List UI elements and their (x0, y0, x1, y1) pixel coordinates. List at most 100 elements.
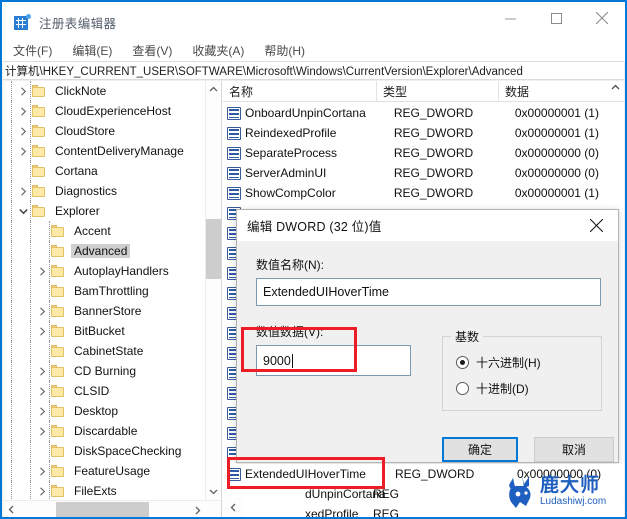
watermark-cn-text: 鹿大师 (540, 474, 601, 496)
chevron-right-icon[interactable] (34, 323, 50, 339)
chevron-right-icon[interactable] (34, 483, 50, 499)
chevron-right-icon[interactable] (34, 303, 50, 319)
radio-hexadecimal[interactable]: 十六进制(H) (456, 354, 541, 371)
dialog-close-button[interactable] (574, 210, 618, 240)
table-row[interactable]: ShowCompColor REG_DWORD 0x00000001 (1) (223, 183, 624, 203)
registry-tree[interactable]: ClickNote CloudExperienceHost CloudStore Co… (3, 81, 206, 500)
tree-item-clsid[interactable]: CLSID (3, 381, 206, 401)
value-name-input[interactable]: ExtendedUIHoverTime (256, 278, 601, 306)
tree-expander-none (15, 163, 31, 179)
tree-item-accent[interactable]: Accent (3, 221, 206, 241)
registry-editor-icon (14, 13, 31, 31)
tree-item-clicknote[interactable]: ClickNote (3, 81, 206, 101)
value-name-cell: dUnpinCortana (305, 487, 386, 501)
tree-item-discardable[interactable]: Discardable (3, 421, 206, 441)
title-bar: 注册表编辑器 (2, 2, 625, 42)
value-name-cell: ExtendedUIHoverTime (245, 467, 366, 481)
radio-decimal-label: 十进制(D) (476, 382, 529, 396)
scroll-down-icon[interactable] (206, 483, 221, 500)
chevron-right-icon[interactable] (15, 183, 31, 199)
radio-decimal-icon (456, 382, 469, 395)
menu-help[interactable]: 帮助(H) (255, 40, 314, 61)
tree-item-featureusage[interactable]: FeatureUsage (3, 461, 206, 481)
chevron-right-icon[interactable] (34, 263, 50, 279)
tree-item-label: DiskSpaceChecking (74, 444, 182, 458)
value-data-cell: 0x00000000 (0) (514, 146, 599, 160)
scroll-up-icon[interactable] (608, 84, 622, 91)
minimize-button[interactable] (487, 2, 533, 34)
table-row[interactable]: ServerAdminUI REG_DWORD 0x00000000 (0) (223, 163, 624, 183)
chevron-right-icon[interactable] (34, 463, 50, 479)
dialog-body: 数值名称(N): ExtendedUIHoverTime 数值数据(V): 90… (237, 241, 618, 462)
chevron-right-icon[interactable] (15, 143, 31, 159)
tree-vertical-scrollbar[interactable] (205, 81, 221, 500)
radio-decimal[interactable]: 十进制(D) (456, 380, 529, 397)
tree-scroll-thumb[interactable] (206, 219, 221, 279)
column-header-data[interactable]: 数据 (499, 81, 609, 102)
tree-item-advanced[interactable]: Advanced (3, 241, 206, 261)
table-row[interactable]: ReindexedProfile REG_DWORD 0x00000001 (1) (223, 123, 624, 143)
tree-item-desktop[interactable]: Desktop (3, 401, 206, 421)
close-button[interactable] (579, 2, 625, 34)
folder-icon (50, 404, 66, 418)
maximize-button[interactable] (533, 2, 579, 34)
tree-item-cortana[interactable]: Cortana (3, 161, 206, 181)
tree-item-label: Desktop (74, 404, 119, 418)
cancel-button[interactable]: 取消 (534, 437, 614, 462)
tree-item-fileexts[interactable]: FileExts (3, 481, 206, 500)
scroll-left-icon[interactable] (3, 501, 20, 518)
table-row[interactable]: dUnpinCortana REG (223, 484, 495, 504)
tree-item-autoplayhandlers[interactable]: AutoplayHandlers (3, 261, 206, 281)
chevron-right-icon[interactable] (34, 403, 50, 419)
table-row[interactable]: xedProfile REG (223, 504, 495, 517)
column-header-type[interactable]: 类型 (377, 81, 499, 102)
value-data-input[interactable]: 9000 (256, 345, 411, 376)
folder-icon (50, 344, 66, 358)
tree-item-diskspacechecking[interactable]: DiskSpaceChecking (3, 441, 206, 461)
scroll-up-icon[interactable] (206, 81, 221, 98)
value-name-cell: ServerAdminUI (245, 166, 327, 180)
tree-hscroll-thumb[interactable] (56, 502, 149, 517)
tree-item-diagnostics[interactable]: Diagnostics (3, 181, 206, 201)
menu-favorites[interactable]: 收藏夹(A) (183, 40, 253, 61)
scroll-right-icon[interactable] (189, 501, 206, 517)
tree-item-contentdeliverymanage[interactable]: ContentDeliveryManage (3, 141, 206, 161)
tree-item-bannerstore[interactable]: BannerStore (3, 301, 206, 321)
chevron-right-icon[interactable] (34, 363, 50, 379)
menu-bar: 文件(F) 编辑(E) 查看(V) 收藏夹(A) 帮助(H) (2, 38, 625, 62)
folder-icon (31, 184, 47, 198)
table-row[interactable]: SeparateProcess REG_DWORD 0x00000000 (0) (223, 143, 624, 163)
chevron-right-icon[interactable] (34, 383, 50, 399)
chevron-down-icon[interactable] (15, 203, 31, 219)
tree-item-bamthrottling[interactable]: BamThrottling (3, 281, 206, 301)
tree-item-cd-burning[interactable]: CD Burning (3, 361, 206, 381)
ok-button[interactable]: 确定 (442, 437, 518, 462)
menu-edit[interactable]: 编辑(E) (63, 40, 121, 61)
tree-item-cloudstore[interactable]: CloudStore (3, 121, 206, 141)
folder-icon (31, 124, 47, 138)
dialog-title: 编辑 DWORD (32 位)值 (247, 220, 382, 234)
window-title: 注册表编辑器 (39, 16, 117, 31)
table-row[interactable]: OnboardUnpinCortana REG_DWORD 0x00000001 (… (223, 103, 624, 123)
list-scroll-left-arrow[interactable] (223, 497, 243, 517)
folder-icon (50, 244, 66, 258)
tree-item-explorer[interactable]: Explorer (3, 201, 206, 221)
tree-item-cabinetstate[interactable]: CabinetState (3, 341, 206, 361)
value-data-text: 9000 (263, 353, 291, 368)
tree-horizontal-scrollbar[interactable] (3, 500, 221, 518)
address-bar[interactable]: 计算机\HKEY_CURRENT_USER\SOFTWARE\Microsoft… (3, 61, 624, 80)
chevron-right-icon[interactable] (15, 83, 31, 99)
text-caret (291, 353, 293, 368)
tree-item-cloudexperiencehost[interactable]: CloudExperienceHost (3, 101, 206, 121)
column-header-name[interactable]: 名称 (223, 81, 377, 102)
folder-icon (50, 484, 66, 498)
chevron-right-icon[interactable] (15, 123, 31, 139)
tree-item-bitbucket[interactable]: BitBucket (3, 321, 206, 341)
tree-expander-none (34, 223, 50, 239)
value-type-cell: REG_DWORD (393, 126, 474, 140)
chevron-right-icon[interactable] (34, 423, 50, 439)
menu-view[interactable]: 查看(V) (123, 40, 181, 61)
chevron-right-icon[interactable] (15, 103, 31, 119)
value-name-cell: OnboardUnpinCortana (245, 106, 366, 120)
menu-file[interactable]: 文件(F) (4, 40, 61, 61)
